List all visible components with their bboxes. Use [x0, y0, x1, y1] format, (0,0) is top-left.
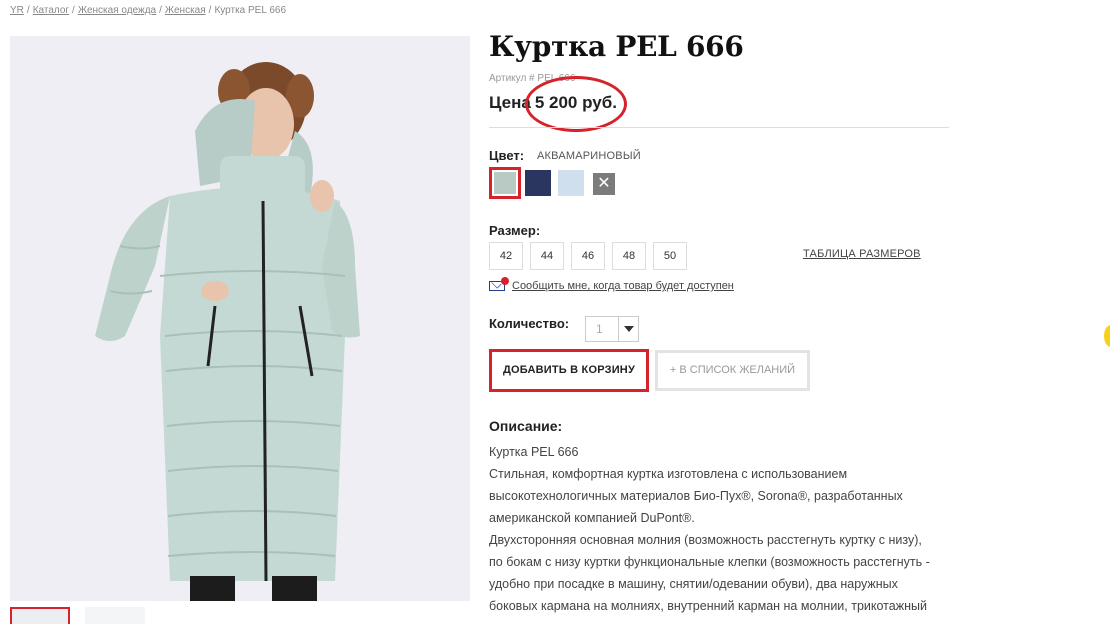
- breadcrumb-link-catalog[interactable]: Каталог: [33, 5, 69, 16]
- color-swatch-unavailable[interactable]: ✕: [593, 173, 615, 195]
- mail-icon: [489, 277, 509, 291]
- breadcrumb-link-home[interactable]: YR: [10, 5, 24, 16]
- description-line: высокотехнологичных материалов Био-Пух®,…: [489, 489, 903, 503]
- quantity-select[interactable]: 1: [585, 316, 639, 342]
- breadcrumb-current: Куртка PEL 666: [214, 5, 286, 16]
- divider: [489, 127, 949, 128]
- price-highlight-circle: [525, 76, 627, 132]
- color-swatch-navy[interactable]: [525, 170, 551, 196]
- description-line: американской компанией DuPont®.: [489, 511, 695, 525]
- color-label: Цвет:: [489, 148, 525, 163]
- size-chart-link[interactable]: ТАБЛИЦА РАЗМЕРОВ: [803, 248, 921, 260]
- swatch-fill: [494, 172, 516, 194]
- breadcrumb-link-womens-clothing[interactable]: Женская одежда: [78, 5, 156, 16]
- breadcrumb-separator: /: [208, 5, 212, 16]
- notify-link[interactable]: Сообщить мне, когда товар будет доступен: [512, 280, 734, 292]
- quantity-value: 1: [596, 322, 603, 336]
- thumbnail-2[interactable]: [85, 607, 145, 624]
- description-line: Стильная, комфортная куртка изготовлена …: [489, 467, 848, 481]
- size-label: Размер:: [489, 223, 541, 238]
- color-value: АКВАМАРИНОВЫЙ: [537, 150, 641, 162]
- size-option-42[interactable]: 42: [489, 242, 523, 270]
- breadcrumb: YR / Каталог / Женская одежда / Женская / Куртка…: [10, 5, 286, 16]
- add-to-wishlist-button[interactable]: + В СПИСОК ЖЕЛАНИЙ: [655, 350, 810, 391]
- description-line: Куртка PEL 666: [489, 445, 579, 459]
- product-main-image[interactable]: [10, 36, 470, 601]
- breadcrumb-separator: /: [26, 5, 30, 16]
- description-body: Куртка PEL 666 Стильная, комфортная курт…: [489, 441, 959, 617]
- jacket-illustration: [10, 36, 470, 601]
- add-to-cart-button[interactable]: ДОБАВИТЬ В КОРЗИНУ: [489, 349, 649, 392]
- size-option-44[interactable]: 44: [530, 242, 564, 270]
- chevron-down-icon[interactable]: [618, 317, 638, 341]
- breadcrumb-separator: /: [159, 5, 162, 16]
- close-icon: ✕: [597, 175, 611, 192]
- color-swatch-aquamarine[interactable]: [489, 167, 521, 199]
- breadcrumb-separator: /: [72, 5, 75, 16]
- description-line: боковых кармана на молниях, внутренний к…: [489, 599, 927, 613]
- description-line: по бокам с низу куртки функциональные кл…: [489, 555, 930, 569]
- description-line: удобно при посадке в машину, снятии/одев…: [489, 577, 898, 591]
- quantity-label: Количество:: [489, 316, 570, 331]
- notify-availability[interactable]: Сообщить мне, когда товар будет доступен: [489, 277, 734, 292]
- breadcrumb-link-womens[interactable]: Женская: [165, 5, 206, 16]
- thumbnail-1[interactable]: [10, 607, 70, 624]
- description-line: Двухсторонняя основная молния (возможнос…: [489, 533, 922, 547]
- size-option-48[interactable]: 48: [612, 242, 646, 270]
- floating-widget-edge[interactable]: [1104, 325, 1110, 347]
- size-option-46[interactable]: 46: [571, 242, 605, 270]
- size-option-50[interactable]: 50: [653, 242, 687, 270]
- color-swatch-light-blue[interactable]: [558, 170, 584, 196]
- product-title: Куртка PEL 666: [489, 30, 744, 63]
- description-title: Описание:: [489, 418, 563, 434]
